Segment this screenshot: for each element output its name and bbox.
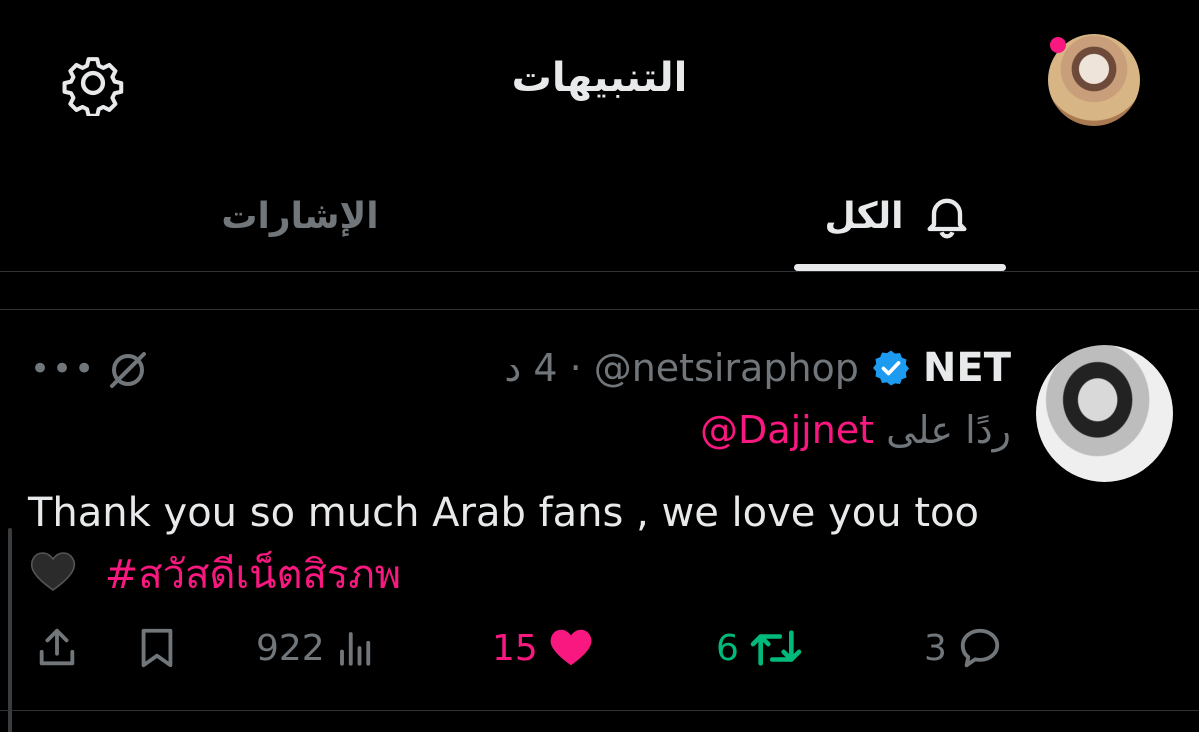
- divider: [0, 710, 1199, 711]
- tab-all[interactable]: الكل: [792, 160, 1006, 272]
- tweet-notification[interactable]: ••• 4 د · @netsiraphop NET ردًا على @Daj…: [0, 310, 1199, 732]
- retweet-button[interactable]: 6: [716, 618, 803, 678]
- tweet-text: Thank you so much Arab fans , we love yo…: [28, 482, 1008, 606]
- mute-thread-icon[interactable]: [104, 346, 152, 394]
- tweet-actions: 922 15 6 3: [0, 618, 1199, 678]
- tab-mentions[interactable]: الإشارات: [190, 160, 410, 272]
- replies-count: 3: [924, 627, 947, 669]
- replying-to: ردًا على @Dajjnet: [700, 408, 1011, 452]
- tweet-text-line: Thank you so much Arab fans , we love yo…: [28, 490, 979, 536]
- author-avatar[interactable]: [1036, 345, 1173, 482]
- tweet-text-line-2: #สวัสดีเน็ตสิรภพ: [28, 544, 1008, 606]
- notification-badge: [1050, 37, 1066, 53]
- tab-all-label: الكل: [824, 195, 904, 237]
- bookmark-icon: [141, 628, 173, 668]
- page-title: التنبيهات: [511, 55, 688, 101]
- bell-icon: [927, 198, 967, 239]
- notifications-header: التنبيهات: [0, 0, 1199, 160]
- tweet-header: 4 د · @netsiraphop NET: [504, 340, 1011, 396]
- reply-button[interactable]: 3: [924, 618, 1003, 678]
- active-tab-indicator: [794, 264, 1006, 271]
- more-options-icon[interactable]: •••: [30, 352, 96, 386]
- likes-count: 15: [492, 627, 538, 669]
- author-handle[interactable]: @netsiraphop: [594, 346, 859, 390]
- verified-badge-icon: [871, 348, 911, 388]
- views-button[interactable]: 922: [256, 618, 377, 678]
- reply-prefix: ردًا على: [886, 408, 1011, 452]
- views-icon: [339, 632, 370, 666]
- like-button[interactable]: 15: [492, 618, 594, 678]
- share-icon: [39, 628, 75, 666]
- hashtag-link[interactable]: #สวัสดีเน็ตสิรภพ: [105, 552, 401, 598]
- notification-tabs: الكل الإشارات: [0, 160, 1199, 272]
- tab-mentions-label: الإشارات: [221, 195, 379, 237]
- tweet-time: 4 د: [504, 346, 558, 390]
- retweets-count: 6: [716, 627, 739, 669]
- author-display-name[interactable]: NET: [923, 345, 1011, 391]
- reply-icon: [960, 628, 1000, 668]
- retweet-icon: [750, 630, 802, 666]
- bookmark-button[interactable]: [134, 618, 180, 678]
- views-count: 922: [256, 627, 325, 669]
- black-heart-emoji: [28, 552, 105, 598]
- share-button[interactable]: [34, 618, 80, 678]
- separator-dot: ·: [569, 346, 582, 390]
- heart-filled-icon: [550, 629, 592, 666]
- reply-mention-link[interactable]: @Dajjnet: [700, 408, 874, 452]
